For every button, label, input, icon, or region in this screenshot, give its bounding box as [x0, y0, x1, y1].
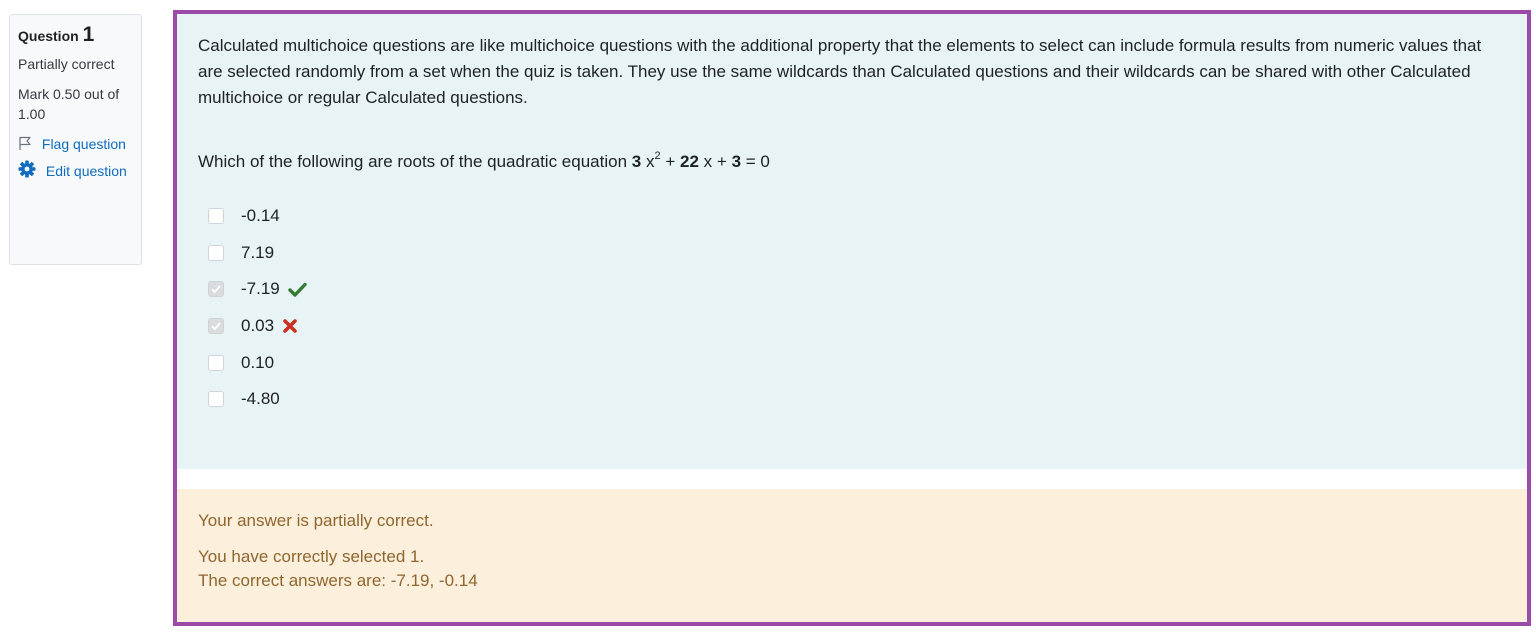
question-feedback: Your answer is partially correct. You ha…: [177, 489, 1527, 622]
variable-x: x: [703, 152, 713, 171]
equals-zero: = 0: [745, 152, 770, 171]
answer-checkbox[interactable]: [208, 354, 224, 371]
question-label: Question: [18, 28, 79, 44]
question-grade: Mark 0.50 out of 1.00: [18, 86, 120, 122]
coefficient-c: 3: [731, 152, 742, 171]
question-state: Partially correct: [18, 56, 115, 72]
answer-checkbox[interactable]: [208, 391, 224, 408]
specific-feedback: Your answer is partially correct.: [198, 511, 434, 530]
gear-icon: [18, 160, 40, 179]
exponent: 2: [654, 150, 661, 162]
answer-label: 0.10: [241, 352, 275, 372]
answer-checkbox-checked[interactable]: [208, 281, 224, 298]
prompt-prefix: Which of the following are roots of the …: [198, 152, 628, 171]
right-answer-feedback: The correct answers are: -7.19, -0.14: [198, 571, 478, 590]
coefficient-a: 3: [631, 152, 642, 171]
question-content: Calculated multichoice questions are lik…: [173, 10, 1531, 626]
answer-checkbox[interactable]: [208, 208, 224, 225]
answer-label: -4.80: [241, 389, 280, 409]
answer-label: 7.19: [241, 242, 275, 262]
answer-label: 0.03: [241, 316, 275, 336]
edit-question-label: Edit question: [45, 163, 127, 179]
answer-option[interactable]: 7.19: [198, 235, 1506, 272]
answer-option[interactable]: 0.10: [198, 344, 1506, 381]
correct-icon: [288, 282, 307, 297]
answer-checkbox-checked[interactable]: [208, 318, 224, 335]
answer-checkbox[interactable]: [208, 244, 224, 261]
answer-label: -7.19: [241, 279, 280, 299]
question-number: Question 1: [18, 23, 133, 46]
question-formulation: Calculated multichoice questions are lik…: [177, 14, 1527, 469]
correct-count-feedback: You have correctly selected 1.: [198, 547, 425, 566]
answer-option[interactable]: 0.03: [198, 308, 1506, 345]
answer-option[interactable]: -0.14: [198, 198, 1506, 235]
coefficient-b: 22: [680, 152, 699, 171]
question-number-value: 1: [82, 23, 95, 46]
answer-label: -0.14: [241, 206, 280, 226]
answer-option[interactable]: -4.80: [198, 381, 1506, 418]
edit-question-link[interactable]: Edit question: [18, 160, 133, 181]
plus-sign: +: [716, 152, 727, 171]
flag-question-label: Flag question: [41, 136, 126, 152]
flag-question-link[interactable]: Flag question: [18, 134, 133, 154]
question-prompt: Which of the following are roots of the …: [198, 149, 1506, 175]
answer-option[interactable]: -7.19: [198, 271, 1506, 308]
question-info-panel: Question 1 Partially correct Mark 0.50 o…: [9, 14, 142, 265]
flag-icon: [18, 136, 36, 152]
incorrect-icon: [282, 318, 298, 334]
question-intro-text: Calculated multichoice questions are lik…: [198, 36, 1482, 107]
plus-sign: +: [665, 152, 676, 171]
answer-options: -0.14 7.19 -7.19 0.03 0.10 -4.80: [198, 198, 1506, 418]
variable-x-squared: x2: [645, 150, 661, 172]
